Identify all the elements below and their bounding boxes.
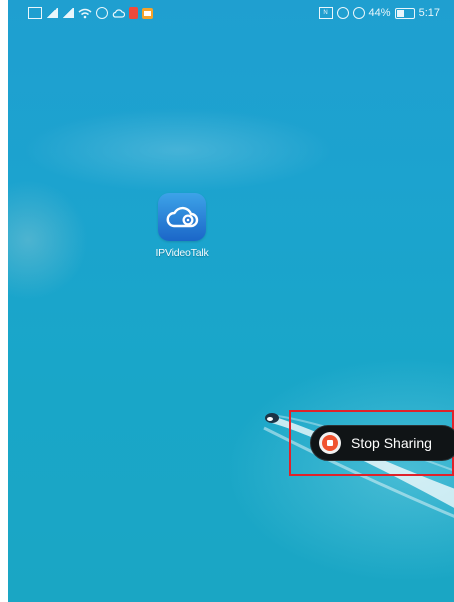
stop-sharing-label: Stop Sharing (351, 435, 432, 451)
stop-square (327, 440, 333, 446)
signal-icon-2 (62, 8, 74, 18)
stop-record-icon[interactable] (319, 432, 341, 454)
battery-level (396, 9, 404, 17)
nfc-icon: N (318, 7, 333, 19)
wifi-icon (78, 8, 92, 18)
signal-icon (46, 8, 58, 18)
status-right-icons: N 44% 5:17 (318, 7, 440, 19)
stop-record-inner (322, 435, 338, 451)
rotate-icon (352, 7, 365, 19)
battery-percent: 44% (368, 7, 391, 19)
wallpaper-reef (8, 180, 88, 300)
home-screen: N 44% 5:17 IPVideoTalk Stop Sharing (8, 0, 454, 602)
cloud-camera-icon[interactable] (158, 193, 206, 241)
app-ipvideotalk[interactable]: IPVideoTalk (142, 193, 222, 259)
status-bar: N 44% 5:17 (8, 0, 454, 30)
cloud-icon (112, 8, 125, 18)
notification-orange-icon (142, 7, 153, 19)
alarm-icon (336, 7, 349, 19)
status-left-icons (28, 7, 153, 19)
notification-red-icon (129, 7, 138, 19)
stop-sharing-button[interactable]: Stop Sharing (310, 425, 454, 461)
hd-icon (28, 7, 42, 19)
clock: 5:17 (418, 7, 440, 19)
sync-icon (96, 7, 108, 19)
app-label: IPVideoTalk (155, 247, 209, 259)
battery-icon (394, 7, 415, 19)
